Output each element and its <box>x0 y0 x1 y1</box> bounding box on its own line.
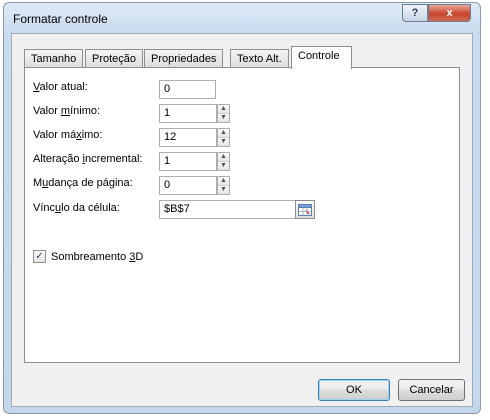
sombreamento-3d-label: Sombreamento 3D <box>51 250 144 263</box>
tab-propriedades[interactable]: Propriedades <box>144 49 224 68</box>
mudanca-de-pagina-input[interactable]: 0 <box>159 176 217 195</box>
alteracao-incremental-spinner[interactable]: ▲ ▼ <box>217 152 230 171</box>
spin-down-icon[interactable]: ▼ <box>218 114 229 122</box>
spin-up-icon[interactable]: ▲ <box>218 177 229 186</box>
spin-down-icon[interactable]: ▼ <box>218 186 229 194</box>
spin-up-icon[interactable]: ▲ <box>218 153 229 162</box>
checkmark-icon: ✓ <box>35 250 44 262</box>
vinculo-da-celula-input[interactable]: $B$7 <box>159 200 296 219</box>
spin-up-icon[interactable]: ▲ <box>218 129 229 138</box>
spin-up-icon[interactable]: ▲ <box>218 105 229 114</box>
collapse-dialog-icon <box>298 203 312 216</box>
spin-down-icon[interactable]: ▼ <box>218 162 229 170</box>
tab-protecao[interactable]: Proteção <box>85 49 144 68</box>
mudanca-de-pagina-label: Mudança de página: <box>33 177 133 189</box>
collapse-dialog-button[interactable] <box>295 200 315 219</box>
sombreamento-3d-option[interactable]: ✓ Sombreamento 3D <box>33 250 143 263</box>
valor-maximo-label: Valor máximo: <box>33 129 103 141</box>
valor-minimo-label: Valor mínimo: <box>33 105 101 117</box>
dialog-client-area: Tamanho Proteção Propriedades Texto Alt.… <box>11 33 473 407</box>
dialog-window: Formatar controle ? x Tamanho Proteção P… <box>3 2 481 414</box>
controle-panel: Valor atual: 0 Valor mínimo: 1 ▲ ▼ Valor … <box>24 67 460 363</box>
vinculo-da-celula-label: Vínculo da célula: <box>33 202 120 214</box>
valor-atual-label: Valor atual: <box>33 81 88 93</box>
help-button[interactable]: ? <box>402 4 428 22</box>
alteracao-incremental-label: Alteração incremental: <box>33 153 143 165</box>
help-icon: ? <box>411 7 419 19</box>
sombreamento-3d-checkbox[interactable]: ✓ <box>33 250 46 263</box>
mudanca-de-pagina-spinner[interactable]: ▲ ▼ <box>217 176 230 195</box>
close-button[interactable]: x <box>428 4 471 22</box>
cancel-button[interactable]: Cancelar <box>398 379 465 401</box>
alteracao-incremental-input[interactable]: 1 <box>159 152 217 171</box>
ok-button[interactable]: OK <box>318 379 390 401</box>
title-bar[interactable]: Formatar controle ? x <box>4 3 480 33</box>
tab-controle[interactable]: Controle <box>291 46 352 69</box>
dialog-title: Formatar controle <box>13 12 108 26</box>
tab-tamanho[interactable]: Tamanho <box>24 49 84 68</box>
spin-down-icon[interactable]: ▼ <box>218 138 229 146</box>
valor-minimo-input[interactable]: 1 <box>159 104 217 123</box>
close-icon: x <box>446 7 453 19</box>
tab-texto-alt[interactable]: Texto Alt. <box>230 49 289 68</box>
valor-minimo-spinner[interactable]: ▲ ▼ <box>217 104 230 123</box>
valor-maximo-input[interactable]: 12 <box>159 128 217 147</box>
valor-maximo-spinner[interactable]: ▲ ▼ <box>217 128 230 147</box>
valor-atual-input[interactable]: 0 <box>159 80 216 99</box>
